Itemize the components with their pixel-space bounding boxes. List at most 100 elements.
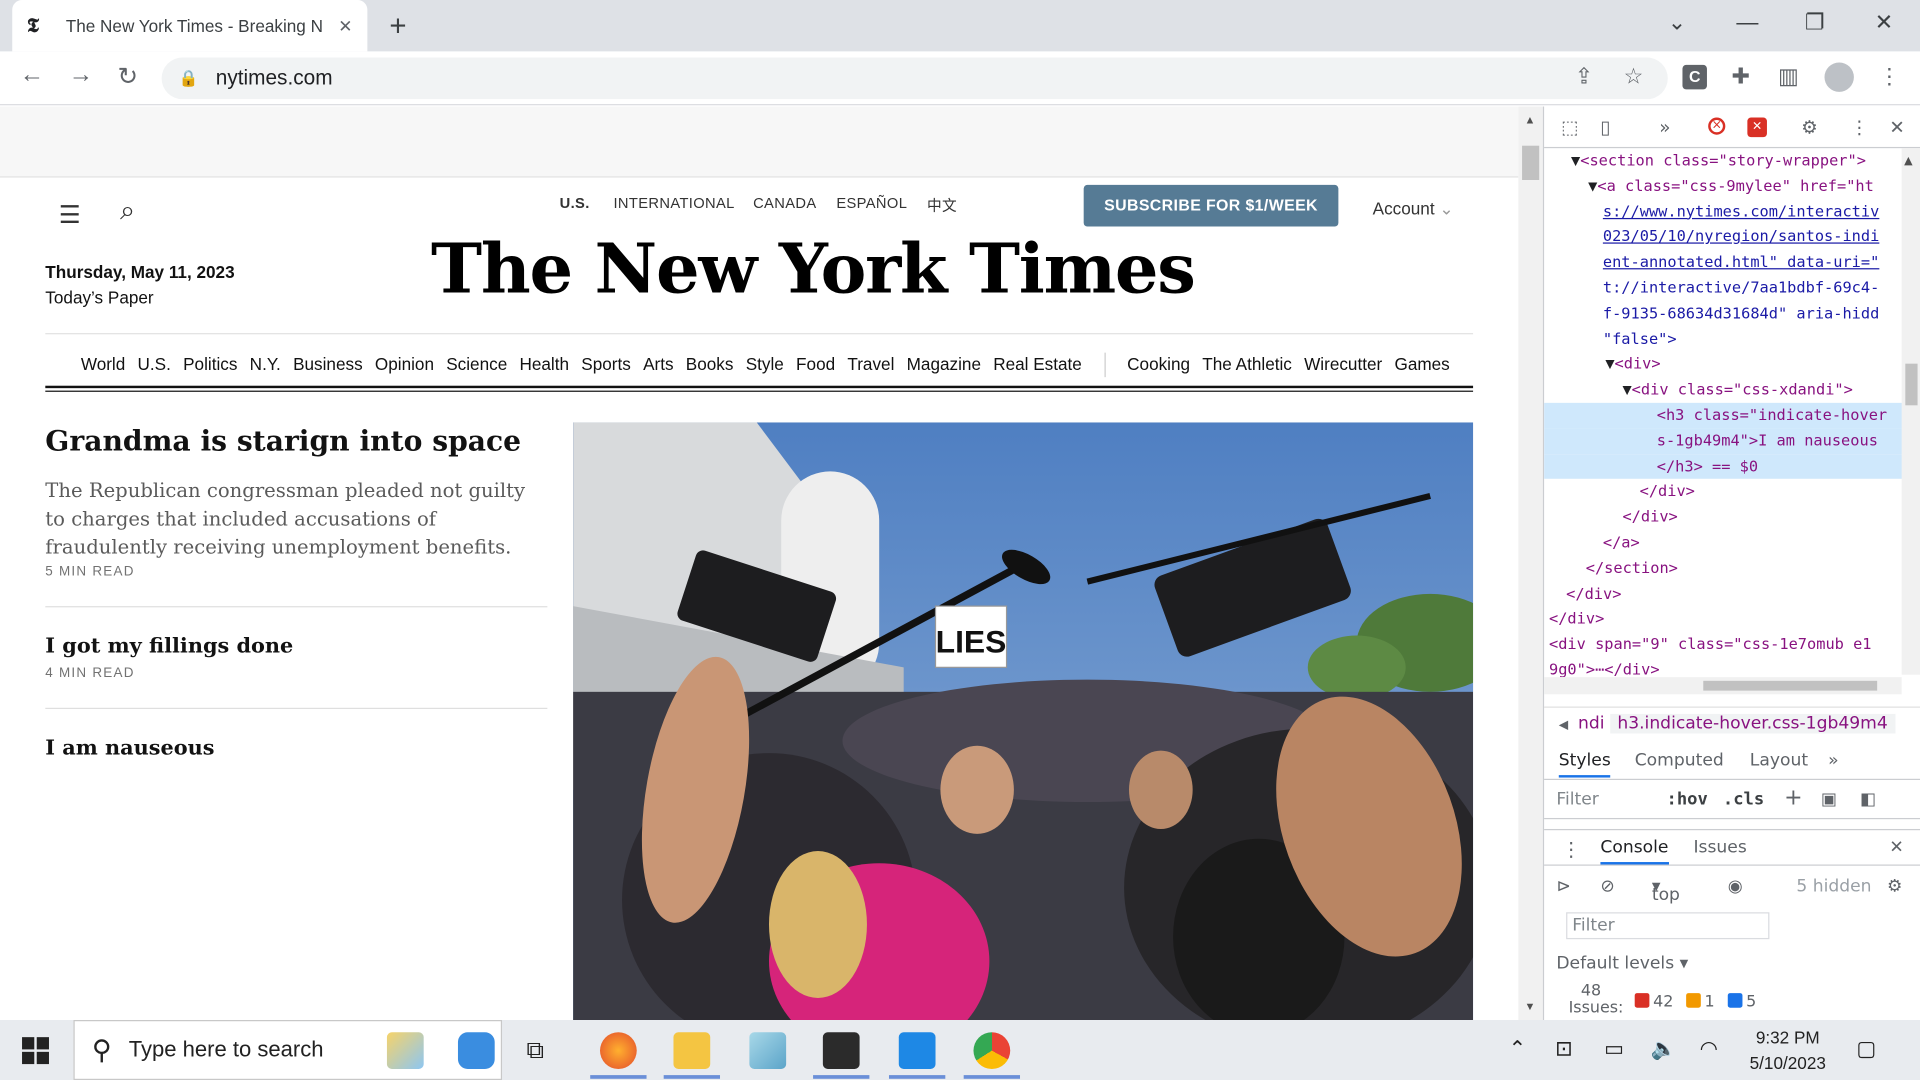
console-sidebar-icon[interactable]: ⊳ <box>1556 877 1570 897</box>
tab-styles[interactable]: Styles <box>1558 751 1611 778</box>
inspect-element-icon[interactable]: ⬚ <box>1561 116 1578 138</box>
notepad-icon[interactable] <box>749 1032 787 1069</box>
drawer-menu-icon[interactable]: ⋮ <box>1561 838 1581 861</box>
task-view-icon[interactable]: ⧉ <box>527 1037 544 1065</box>
extension-c-icon[interactable]: C <box>1682 64 1707 90</box>
section-link[interactable]: Travel <box>847 354 894 374</box>
edition-canada[interactable]: CANADA <box>753 195 816 212</box>
section-link-extra[interactable]: The Athletic <box>1202 354 1292 374</box>
vscode-icon[interactable] <box>888 1032 946 1079</box>
edition-us[interactable]: U.S. <box>560 195 590 212</box>
styles-filter-input[interactable]: Filter <box>1556 790 1598 810</box>
edition-espanol[interactable]: ESPAÑOL <box>836 195 907 212</box>
elements-vscroll[interactable] <box>1901 148 1920 675</box>
expand-arrow-icon[interactable]: ▼ <box>1622 380 1631 398</box>
windows-start-icon[interactable] <box>22 1037 49 1065</box>
taskbar-clock[interactable]: 9:32 PM 5/10/2023 <box>1744 1025 1832 1076</box>
account-menu[interactable]: Account ⌄ <box>1373 198 1454 219</box>
section-link-extra[interactable]: Wirecutter <box>1304 354 1382 374</box>
search-icon[interactable]: ⌕ <box>120 195 135 227</box>
dom-line[interactable]: ent-annotated.html" data-uri=" <box>1544 250 1911 275</box>
wifi-icon[interactable]: ◠ <box>1700 1037 1718 1061</box>
file-explorer-icon[interactable] <box>663 1032 721 1079</box>
share-icon[interactable]: ⇪ <box>1575 64 1593 90</box>
dom-line[interactable]: ▼<div> <box>1544 352 1911 377</box>
taskbar-search[interactable]: ⚲ Type here to search <box>73 1020 503 1080</box>
devtools-menu-icon[interactable]: ⋮ <box>1850 116 1868 138</box>
section-link[interactable]: Books <box>686 354 734 374</box>
info-count-badge[interactable]: 5 <box>1727 993 1756 1011</box>
story-3-headline[interactable]: I am nauseous <box>45 736 214 760</box>
context-select[interactable]: top ▾ <box>1652 877 1680 905</box>
dom-line[interactable]: </div> <box>1544 479 1911 504</box>
todays-paper-link[interactable]: Today’s Paper <box>45 288 153 308</box>
dom-line[interactable]: ▼<a class="css-9mylee" href="ht <box>1544 174 1911 199</box>
scroll-down-icon[interactable]: ▼ <box>1525 1000 1536 1012</box>
lead-photo[interactable]: LIES <box>573 422 1474 1021</box>
tray-app-icon[interactable]: ⊡ <box>1555 1037 1572 1061</box>
firefox-icon[interactable] <box>590 1032 647 1079</box>
back-icon[interactable]: ← <box>20 61 44 89</box>
default-levels-dropdown[interactable]: Default levels ▾ <box>1556 954 1688 974</box>
console-filter-input[interactable]: Filter <box>1566 912 1770 940</box>
close-tab-icon[interactable]: ✕ <box>338 15 352 36</box>
devtools-close-icon[interactable]: ✕ <box>1889 116 1904 138</box>
page-scroll-thumb[interactable] <box>1522 145 1540 181</box>
side-panel-icon[interactable]: ▥ <box>1778 64 1799 90</box>
restore-icon[interactable]: ❐ <box>1805 10 1825 36</box>
section-link[interactable]: Science <box>446 354 507 374</box>
dom-line[interactable]: 9g0">⋯</div> <box>1544 657 1911 677</box>
breadcrumb-current[interactable]: h3.indicate-hover.css-1gb49m4 <box>1609 713 1896 734</box>
tab-nytimes[interactable]: 𝕿 The New York Times - Breaking N ✕ <box>12 0 368 52</box>
live-expression-eye-icon[interactable]: ◉ <box>1728 877 1743 897</box>
section-link-extra[interactable]: Games <box>1394 354 1449 374</box>
elements-tree[interactable]: ▼<section class="story-wrapper"> ▼<a cla… <box>1544 148 1912 677</box>
lock-icon[interactable]: 🔒 <box>179 69 199 89</box>
clear-console-icon[interactable]: ⊘ <box>1600 877 1614 897</box>
story-1-summary[interactable]: The Republican congressman pleaded not g… <box>45 476 535 560</box>
drawer-close-icon[interactable]: ✕ <box>1889 838 1903 858</box>
section-link[interactable]: Food <box>796 354 835 374</box>
elements-hscroll[interactable] <box>1544 677 1902 695</box>
battery-icon[interactable]: ▭ <box>1604 1037 1624 1061</box>
error-count-badge[interactable]: 42 <box>1634 993 1673 1011</box>
dom-line[interactable]: </div> <box>1544 607 1911 632</box>
expand-arrow-icon[interactable]: ▼ <box>1588 176 1597 194</box>
dom-line[interactable]: ▼<section class="story-wrapper"> <box>1544 148 1911 173</box>
section-link[interactable]: Style <box>746 354 784 374</box>
section-link[interactable]: World <box>81 354 125 374</box>
dom-line-selected[interactable]: <h3 class="indicate-hover <box>1544 402 1912 429</box>
profile-avatar[interactable] <box>1824 62 1854 92</box>
dom-line[interactable]: <div span="9" class="css-1e7omub e1 <box>1544 632 1911 657</box>
breadcrumb-prev[interactable]: ndi <box>1578 714 1605 734</box>
cls-toggle[interactable]: .cls <box>1723 790 1764 810</box>
hidden-count[interactable]: 5 hidden <box>1796 877 1871 897</box>
section-link[interactable]: Magazine <box>907 354 981 374</box>
story-2-headline[interactable]: I got my fillings done <box>45 634 293 658</box>
error-circle-icon[interactable]: × <box>1708 117 1726 135</box>
section-link[interactable]: Opinion <box>375 354 434 374</box>
section-link[interactable]: Business <box>293 354 363 374</box>
subscribe-button[interactable]: SUBSCRIBE FOR $1/WEEK <box>1083 184 1339 227</box>
extensions-puzzle-icon[interactable]: ✚ <box>1731 64 1749 90</box>
dom-line[interactable]: </section> <box>1544 556 1911 581</box>
section-link[interactable]: Sports <box>581 354 631 374</box>
tab-computed[interactable]: Computed <box>1635 751 1724 771</box>
breadcrumb-left-icon[interactable]: ◀ <box>1559 719 1568 732</box>
reload-icon[interactable]: ↻ <box>118 61 139 92</box>
more-style-tabs-icon[interactable]: » <box>1828 751 1839 771</box>
dom-line[interactable]: t://interactive/7aa1bdbf-69c4- <box>1544 275 1911 300</box>
issues-count[interactable]: 48 Issues: <box>1569 983 1624 1017</box>
hov-toggle[interactable]: :hov <box>1667 790 1708 810</box>
edition-chinese[interactable]: 中文 <box>927 195 957 216</box>
dom-line[interactable]: </div> <box>1544 505 1911 530</box>
section-link[interactable]: Arts <box>643 354 673 374</box>
volume-icon[interactable]: 🔈 <box>1651 1037 1677 1061</box>
section-link[interactable]: Politics <box>183 354 237 374</box>
new-tab-icon[interactable]: + <box>389 10 406 44</box>
edition-international[interactable]: INTERNATIONAL <box>613 195 734 212</box>
notifications-icon[interactable]: ▢ <box>1856 1037 1876 1061</box>
dom-scroll-up-icon[interactable]: ▲ <box>1904 156 1912 168</box>
close-window-icon[interactable]: ✕ <box>1875 10 1893 36</box>
dom-line[interactable]: </a> <box>1544 530 1911 555</box>
